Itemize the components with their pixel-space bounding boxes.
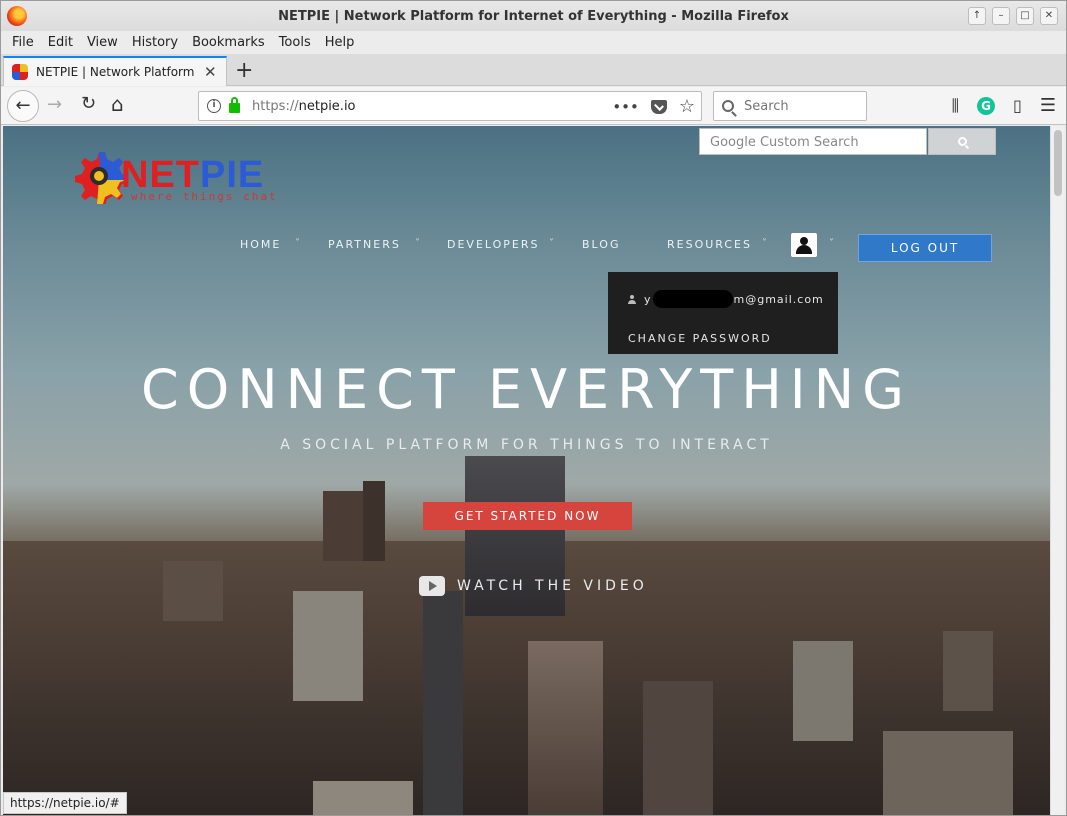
site-info-icon[interactable]: i xyxy=(207,99,221,113)
menu-bookmarks[interactable]: Bookmarks xyxy=(185,35,272,50)
tab-strip: NETPIE | Network Platform fo ✕ + xyxy=(1,54,1066,86)
home-button[interactable]: ⌂ xyxy=(111,92,124,116)
menu-help[interactable]: Help xyxy=(318,35,362,50)
navigation-toolbar: ← → ↻ ⌂ i https://netpie.io ••• ☆ ⫼ G ▯ … xyxy=(1,87,1066,125)
page-scrollbar[interactable] xyxy=(1050,126,1064,815)
nav-resources[interactable]: RESOURCES xyxy=(667,238,752,251)
get-started-button[interactable]: GET STARTED NOW xyxy=(423,502,632,530)
window-title: NETPIE | Network Platform for Internet o… xyxy=(278,8,789,24)
watch-video-label: WATCH THE VIDEO xyxy=(457,578,648,594)
city-background-image xyxy=(3,456,1050,815)
toolbar-right: ⫼ G ▯ ☰ xyxy=(952,95,1056,116)
lock-icon xyxy=(229,97,240,113)
netpie-favicon-icon xyxy=(12,64,28,80)
netpie-gear-logo-icon xyxy=(75,152,127,204)
email-suffix: m@gmail.com xyxy=(733,292,824,306)
url-host: netpie.io xyxy=(298,98,356,114)
reload-button[interactable]: ↻ xyxy=(81,93,96,114)
nav-partners[interactable]: PARTNERS xyxy=(328,238,401,251)
logout-button[interactable]: LOG OUT xyxy=(858,234,992,262)
redaction-mark xyxy=(652,290,733,308)
menu-view[interactable]: View xyxy=(80,35,125,50)
reader-view-icon[interactable]: ▯ xyxy=(1013,96,1022,115)
dropdown-email-item[interactable]: y m@gmail.com xyxy=(628,290,824,308)
netpie-logo[interactable]: NETPIE where things chat xyxy=(71,148,291,206)
page-actions-menu-icon[interactable]: ••• xyxy=(612,98,639,116)
pocket-icon[interactable] xyxy=(650,99,667,114)
tab-netpie[interactable]: NETPIE | Network Platform fo ✕ xyxy=(3,56,227,86)
bookmark-star-icon[interactable]: ☆ xyxy=(679,96,695,117)
menu-edit[interactable]: Edit xyxy=(41,35,80,50)
email-prefix: y xyxy=(644,292,652,306)
menu-file[interactable]: File xyxy=(5,35,41,50)
close-window-button[interactable]: ✕ xyxy=(1040,7,1058,25)
page-viewport: Google Custom Search NETPIE where things… xyxy=(3,126,1050,815)
logo-tagline: where things chat xyxy=(131,190,278,203)
nav-blog[interactable]: BLOG xyxy=(582,238,620,251)
back-button[interactable]: ← xyxy=(7,90,39,122)
url-bar[interactable]: i https://netpie.io ••• ☆ xyxy=(198,91,702,121)
user-icon xyxy=(628,294,636,304)
hero-subtitle: A SOCIAL PLATFORM FOR THINGS TO INTERACT xyxy=(280,437,773,453)
new-tab-button[interactable]: + xyxy=(235,58,253,83)
google-search-button[interactable] xyxy=(928,128,996,155)
search-box[interactable] xyxy=(713,91,867,121)
user-dropdown-menu: y m@gmail.com CHANGE PASSWORD xyxy=(608,272,838,354)
firefox-window: NETPIE | Network Platform for Internet o… xyxy=(0,0,1067,816)
search-icon xyxy=(957,137,967,146)
nav-developers[interactable]: DEVELOPERS xyxy=(447,238,540,251)
raise-window-button[interactable]: ↑ xyxy=(968,7,986,25)
maximize-button[interactable]: □ xyxy=(1016,7,1034,25)
status-bar-url: https://netpie.io/# xyxy=(3,792,127,814)
search-icon xyxy=(722,100,734,112)
chevron-down-icon[interactable]: ˅ xyxy=(295,238,300,249)
page-actions: ••• ☆ xyxy=(612,96,695,117)
chevron-down-icon[interactable]: ˅ xyxy=(762,238,767,249)
menu-history[interactable]: History xyxy=(125,35,185,50)
search-input[interactable] xyxy=(744,98,854,114)
forward-button[interactable]: → xyxy=(47,94,62,115)
url-text[interactable]: https://netpie.io xyxy=(252,99,356,114)
hamburger-menu-icon[interactable]: ☰ xyxy=(1040,95,1056,116)
chevron-down-icon[interactable]: ˅ xyxy=(549,238,554,249)
watch-video-link[interactable]: WATCH THE VIDEO xyxy=(419,576,648,596)
grammarly-icon[interactable]: G xyxy=(977,96,996,115)
menu-tools[interactable]: Tools xyxy=(272,35,318,50)
library-icon[interactable]: ⫼ xyxy=(952,96,959,116)
title-bar: NETPIE | Network Platform for Internet o… xyxy=(1,1,1066,31)
tab-label: NETPIE | Network Platform fo xyxy=(36,65,198,79)
menu-bar: File Edit View History Bookmarks Tools H… xyxy=(1,31,1066,53)
user-icon-body xyxy=(796,245,812,254)
chevron-down-icon[interactable]: ˅ xyxy=(829,238,834,249)
url-scheme: https:// xyxy=(252,98,299,114)
chevron-down-icon[interactable]: ˅ xyxy=(415,238,420,249)
firefox-logo-icon xyxy=(7,6,27,26)
window-controls: ↑ – □ ✕ xyxy=(968,7,1058,25)
tab-close-icon[interactable]: ✕ xyxy=(204,63,217,81)
google-custom-search-input[interactable]: Google Custom Search xyxy=(699,128,927,155)
user-icon xyxy=(800,237,808,245)
minimize-button[interactable]: – xyxy=(992,7,1010,25)
user-account-button[interactable] xyxy=(791,233,817,257)
play-icon xyxy=(419,576,445,596)
hero-title: CONNECT EVERYTHING xyxy=(141,358,912,421)
nav-home[interactable]: HOME xyxy=(240,238,281,251)
scrollbar-thumb[interactable] xyxy=(1054,130,1062,196)
change-password-link[interactable]: CHANGE PASSWORD xyxy=(628,332,772,345)
